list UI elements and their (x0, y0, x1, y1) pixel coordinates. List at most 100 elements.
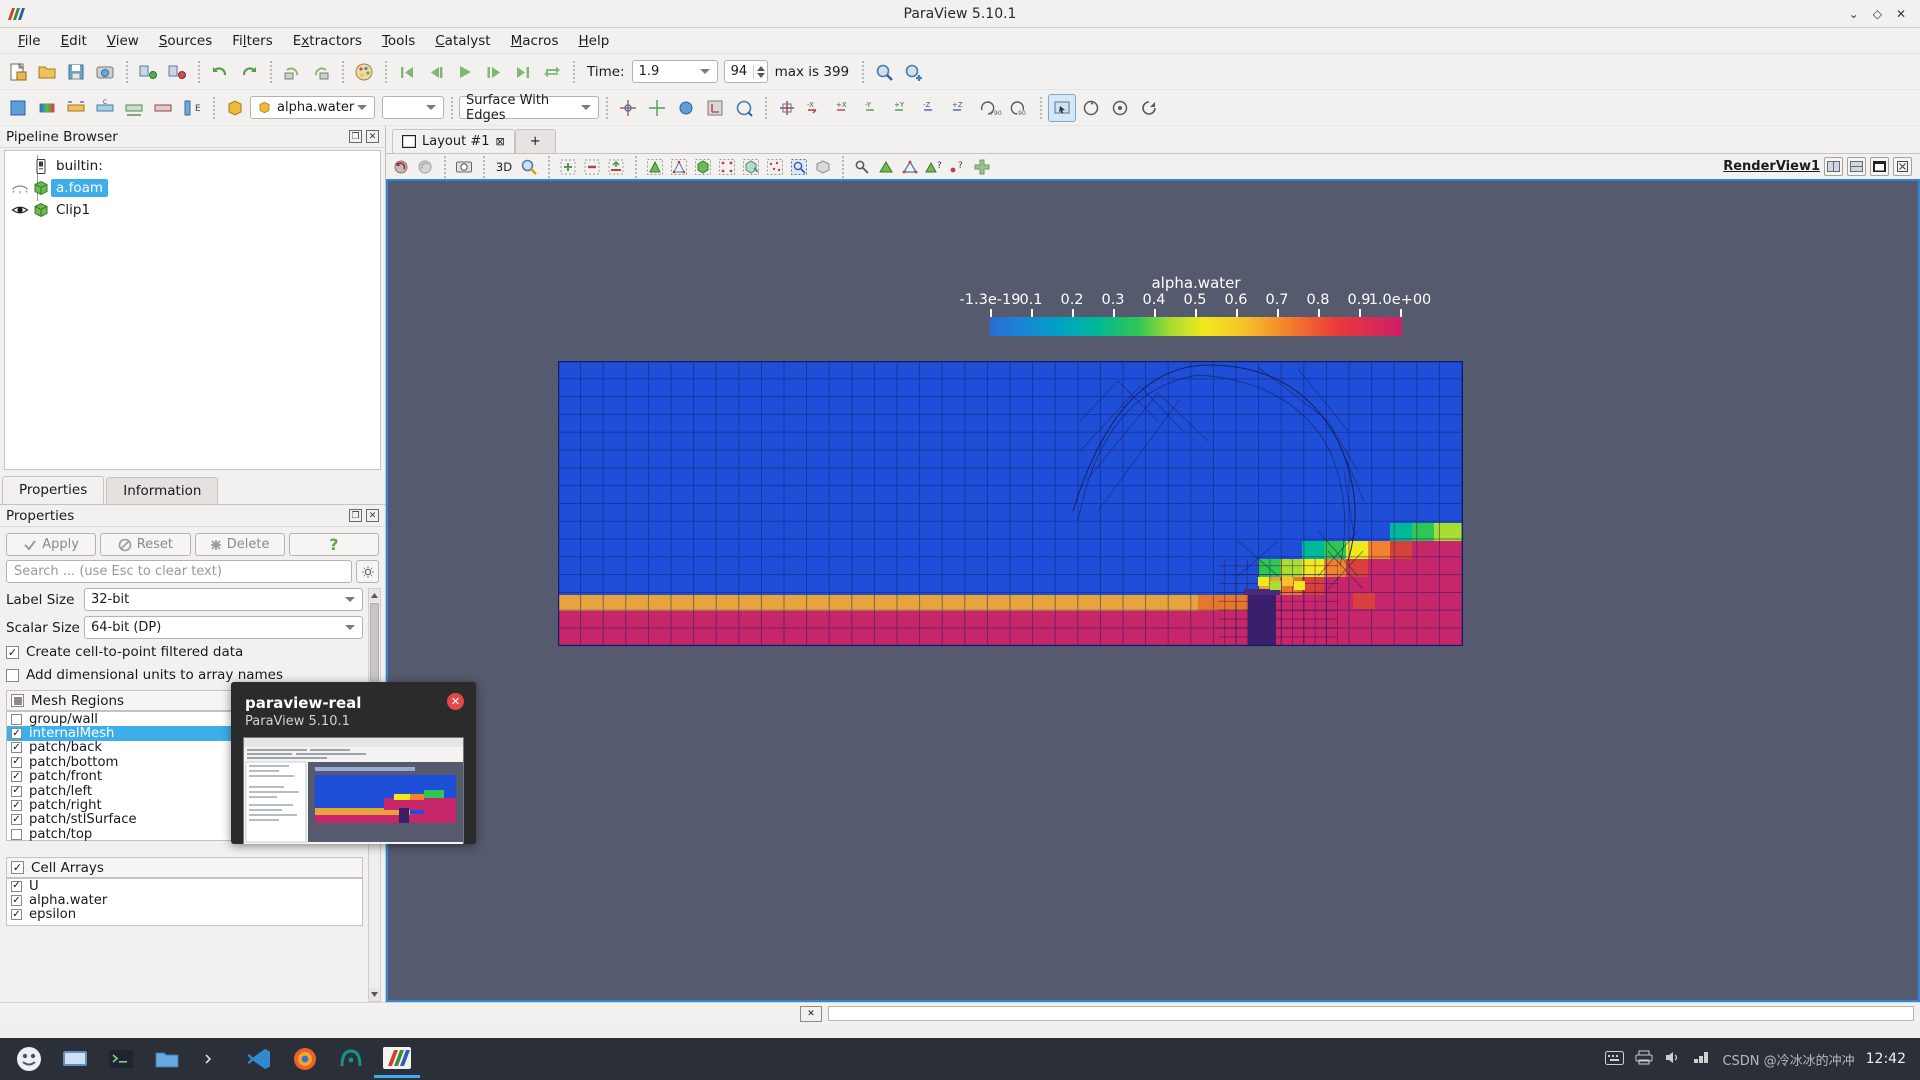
scalar-size-combo[interactable]: 64-bit (DP) (84, 616, 363, 639)
create-cell-to-point-row[interactable]: ✓ Create cell-to-point filtered data (6, 644, 385, 660)
delete-button[interactable]: Delete (195, 533, 285, 556)
representation-combo[interactable]: Surface With Edges (459, 96, 599, 119)
reset-button[interactable]: Reset (100, 533, 190, 556)
menu-filters[interactable]: Filters (222, 30, 283, 52)
loop-icon[interactable] (538, 58, 566, 86)
menu-edit[interactable]: Edit (51, 30, 97, 52)
tab-information[interactable]: Information (106, 477, 218, 504)
add-layout-tab[interactable]: + (515, 129, 556, 153)
advanced-properties-button[interactable] (356, 560, 379, 583)
component-combo[interactable] (382, 96, 444, 119)
render-view[interactable]: alpha.water -1.3e-19 0.1 0.2 0.3 0.4 0.5… (386, 179, 1920, 1002)
camera-rotate-icon[interactable] (1077, 94, 1105, 122)
apply-button[interactable]: Apply (6, 533, 96, 556)
close-panel-icon[interactable]: ✕ (366, 509, 379, 522)
first-frame-icon[interactable] (393, 58, 421, 86)
printer-icon[interactable] (1635, 1050, 1653, 1068)
row-checkbox[interactable]: ✓ (11, 757, 22, 768)
row-checkbox[interactable]: ✓ (11, 814, 22, 825)
color-legend[interactable]: alpha.water -1.3e-19 0.1 0.2 0.3 0.4 0.5… (990, 274, 1490, 336)
camera-undo-icon[interactable] (278, 58, 306, 86)
undock-icon[interactable]: ❐ (349, 130, 362, 143)
query-points-icon[interactable]: ? (947, 156, 969, 178)
play-icon[interactable] (451, 58, 479, 86)
zoom-closest-icon[interactable] (899, 58, 927, 86)
menu-help[interactable]: Help (568, 30, 619, 52)
view-neg-y-icon[interactable]: -Y (860, 94, 888, 122)
cell-array-row[interactable]: ✓U (7, 879, 362, 893)
color-legend-visibility-icon[interactable]: E (178, 94, 206, 122)
menu-view[interactable]: View (97, 30, 149, 52)
add-dimensional-units-checkbox[interactable] (6, 669, 19, 682)
volume-icon[interactable] (1664, 1050, 1682, 1068)
start-icon[interactable] (6, 1040, 52, 1078)
rescale-to-data-range-icon[interactable] (62, 94, 90, 122)
split-horizontal-button[interactable] (1824, 157, 1843, 176)
terminal-icon[interactable] (98, 1040, 144, 1078)
scroll-down-arrow[interactable] (369, 988, 380, 1001)
rescale-over-time-icon[interactable] (120, 94, 148, 122)
network-icon[interactable] (1693, 1050, 1711, 1068)
pipeline-browser[interactable]: builtin: a.foam (4, 150, 381, 470)
mesh-visualization[interactable] (558, 361, 1463, 646)
ruler-icon[interactable] (730, 94, 758, 122)
open-icon[interactable] (33, 58, 61, 86)
row-checkbox[interactable]: ✓ (11, 728, 22, 739)
undock-icon[interactable]: ❐ (349, 509, 362, 522)
color-map-editor-icon[interactable] (350, 58, 378, 86)
row-checkbox[interactable]: ✓ (11, 800, 22, 811)
select-cells-on-icon[interactable] (644, 156, 666, 178)
show-center-icon[interactable] (614, 94, 642, 122)
keyboard-icon[interactable] (1605, 1051, 1624, 1068)
reset-camera-icon[interactable] (773, 94, 801, 122)
add-selection-icon[interactable] (557, 156, 579, 178)
edit-color-map-icon[interactable] (33, 94, 61, 122)
select-cells-through-icon[interactable] (692, 156, 714, 178)
menu-extractors[interactable]: Extractors (283, 30, 372, 52)
undo-icon[interactable] (206, 58, 234, 86)
label-size-combo[interactable]: 32-bit (84, 588, 363, 611)
menu-file[interactable]: File (8, 30, 51, 52)
zoom-to-data-icon[interactable] (870, 58, 898, 86)
cell-array-row[interactable]: ✓alpha.water (7, 893, 362, 907)
search-input[interactable]: Search ... (use Esc to clear text) (6, 560, 352, 583)
camera-reset-rotation-icon[interactable] (1135, 94, 1163, 122)
save-screenshot-icon[interactable] (91, 58, 119, 86)
extract-selection-icon[interactable] (812, 156, 834, 178)
view-pos-y-icon[interactable]: +Y (889, 94, 917, 122)
array-cube-icon[interactable] (221, 94, 249, 122)
redo-icon[interactable] (235, 58, 263, 86)
spinner-arrows[interactable] (753, 65, 765, 79)
interactive-select-icon[interactable] (1048, 94, 1076, 122)
show-orientation-axes-icon[interactable] (701, 94, 729, 122)
scroll-up-arrow[interactable] (369, 589, 380, 602)
menu-catalyst[interactable]: Catalyst (425, 30, 500, 52)
help-button[interactable]: ? (289, 533, 379, 556)
connect-icon[interactable] (134, 58, 162, 86)
cell-array-row[interactable]: ✓epsilon (7, 908, 362, 922)
split-vertical-button[interactable] (1847, 157, 1866, 176)
row-checkbox[interactable] (11, 829, 22, 840)
select-block-icon[interactable] (740, 156, 762, 178)
show-desktop-icon[interactable] (52, 1040, 98, 1078)
console-icon[interactable] (190, 1040, 236, 1078)
color-array-combo[interactable]: alpha.water (250, 96, 375, 119)
close-panel-icon[interactable]: ✕ (366, 130, 379, 143)
time-value-combo[interactable]: 1.9 (632, 60, 718, 83)
capture-screenshot-icon[interactable] (453, 156, 475, 178)
vscode-icon[interactable] (236, 1040, 282, 1078)
add-view-icon[interactable] (971, 156, 993, 178)
rotate-plus-90-icon[interactable]: +90 (976, 94, 1004, 122)
pick-center-icon[interactable] (672, 94, 700, 122)
row-checkbox[interactable]: ✓ (11, 895, 22, 906)
redo-camera-icon[interactable] (414, 156, 436, 178)
cell-arrays-checkbox[interactable]: ✓ (11, 861, 24, 874)
minimize-button[interactable]: ⌄ (1849, 7, 1859, 21)
zoom-view-icon[interactable] (518, 156, 540, 178)
view-pos-z-icon[interactable]: +Z (947, 94, 975, 122)
save-icon[interactable] (62, 58, 90, 86)
hover-points-icon[interactable] (851, 156, 873, 178)
paraview-icon[interactable] (374, 1040, 420, 1078)
files-icon[interactable] (144, 1040, 190, 1078)
reset-center-icon[interactable] (643, 94, 671, 122)
